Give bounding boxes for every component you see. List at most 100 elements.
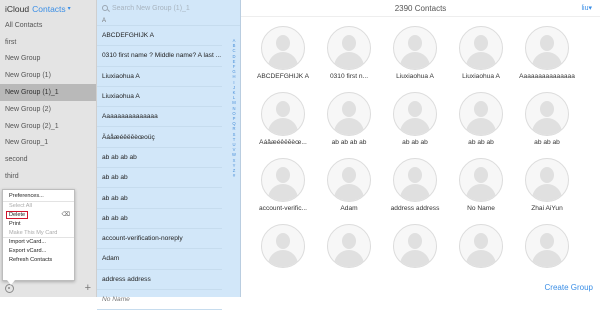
contact-name: ABCDEFGHIJK A — [256, 73, 310, 80]
menu-item[interactable]: Refresh Contacts — [3, 256, 74, 265]
app-header[interactable]: iCloud Contacts ▾ — [0, 0, 96, 17]
avatar-placeholder-icon — [459, 26, 503, 70]
avatar-placeholder-icon — [261, 224, 305, 268]
menu-item-label: Delete — [6, 210, 29, 219]
menu-item[interactable]: Export vCard... — [3, 247, 74, 256]
menu-item[interactable]: Import vCard... — [3, 238, 74, 247]
contact-name: 0310 first n... — [329, 73, 369, 80]
contacts-count-bar: 2390 Contacts liu▾ — [241, 0, 600, 17]
contact-row[interactable]: ab ab ab — [97, 209, 222, 229]
contact-row[interactable]: Liuxiaohua A — [97, 87, 222, 108]
contact-row[interactable]: account-verification-noreply — [97, 229, 222, 250]
contact-row[interactable]: Äáåæéêëēèœoüç — [97, 127, 222, 148]
contact-card-area: 2390 Contacts liu▾ ABCDEFGHIJK A 0310 fir… — [241, 0, 600, 297]
contact-name: ab ab ab — [468, 139, 494, 146]
avatar-placeholder-icon — [459, 224, 503, 268]
contact-tile[interactable]: Liuxiaohua A — [451, 26, 511, 80]
section-letter: A — [97, 16, 240, 26]
contact-row[interactable]: Aaaaaaaaaaaaaaa — [97, 107, 222, 128]
contact-tile[interactable]: account-verific... — [253, 158, 313, 212]
sidebar-item[interactable]: New Group (1)_1 — [0, 84, 96, 101]
contact-name: account-verific... — [258, 205, 307, 212]
contact-list-pane: Search New Group (1)_1 A ABCDEFGHIJK A 03… — [97, 0, 241, 310]
contact-tile[interactable]: ab ab ab ab — [319, 92, 379, 146]
search-icon — [102, 5, 108, 11]
contact-name: Adam — [340, 205, 358, 212]
contact-name: No Name — [467, 205, 495, 212]
menu-item-label: Refresh Contacts — [9, 256, 53, 263]
contact-tile[interactable]: No Name — [451, 158, 511, 212]
avatar-placeholder-icon — [327, 158, 371, 202]
contact-tile[interactable]: Aaaaaaaaaaaaaaa — [517, 26, 577, 80]
sidebar-item[interactable]: first — [0, 34, 96, 51]
menu-item[interactable]: Print — [3, 219, 74, 228]
contact-tile[interactable]: Zhai AiYun — [517, 158, 577, 212]
contact-tile[interactable] — [253, 224, 313, 271]
user-menu[interactable]: liu▾ — [581, 4, 592, 12]
sidebar-item[interactable]: New Group_1 — [0, 135, 96, 152]
contact-name: Zhai AiYun — [531, 205, 563, 212]
avatar-placeholder-icon — [327, 26, 371, 70]
sidebar-item[interactable]: second — [0, 151, 96, 168]
gear-icon[interactable] — [5, 284, 14, 293]
sidebar-item[interactable]: New Group (1) — [0, 67, 96, 84]
contact-name: address address — [390, 205, 440, 212]
contact-row[interactable]: address address — [97, 270, 222, 290]
avatar-placeholder-icon — [525, 26, 569, 70]
contact-tile[interactable] — [451, 224, 511, 271]
avatar-placeholder-icon — [525, 92, 569, 136]
avatar-placeholder-icon — [459, 92, 503, 136]
avatar-placeholder-icon — [261, 26, 305, 70]
contact-row[interactable]: ab ab ab — [97, 188, 222, 209]
search-field[interactable]: Search New Group (1)_1 — [97, 0, 240, 16]
contact-tile[interactable] — [385, 224, 445, 271]
delete-key-icon: ⌫ — [61, 212, 70, 219]
avatar-placeholder-icon — [261, 92, 305, 136]
create-group-button[interactable]: Create Group — [545, 283, 593, 292]
avatar-placeholder-icon — [525, 224, 569, 268]
contact-tile[interactable]: ab ab ab — [385, 92, 445, 146]
sidebar-item[interactable]: All Contacts — [0, 17, 96, 34]
contact-row[interactable]: ABCDEFGHIJK A — [97, 26, 222, 47]
index-letter[interactable]: # — [233, 173, 235, 178]
contact-tile[interactable]: Liuxiaohua A — [385, 26, 445, 80]
sidebar-item[interactable]: third — [0, 168, 96, 185]
contacts-count: 2390 Contacts — [394, 3, 447, 13]
contact-tile[interactable]: Adam — [319, 158, 379, 212]
menu-item-label: Print — [9, 220, 21, 227]
sidebar-item[interactable]: New Group — [0, 51, 96, 68]
avatar-placeholder-icon — [393, 224, 437, 268]
alphabet-index[interactable]: A B C D E F G H I J K L M N O P Q R S T U V W X Y Z # — [230, 38, 238, 178]
contact-row[interactable]: ab ab ab — [97, 168, 222, 189]
contact-tile[interactable]: Äáåæéêëēèœ... — [253, 92, 313, 146]
sidebar-item[interactable]: New Group (2)_1 — [0, 118, 96, 135]
menu-item-label: Select All — [9, 203, 33, 210]
contact-tile[interactable]: 0310 first n... — [319, 26, 379, 80]
contact-row[interactable]: Adam — [97, 249, 222, 270]
contact-tile[interactable] — [517, 224, 577, 271]
contact-name: Äáåæéêëēèœ... — [259, 139, 307, 146]
contact-tile[interactable]: ab ab ab — [517, 92, 577, 146]
menu-item[interactable]: Delete ⌫ — [3, 210, 74, 220]
menu-item[interactable]: Preferences... — [3, 192, 74, 202]
contact-tile[interactable] — [319, 224, 379, 271]
contact-name: ab ab ab ab — [331, 139, 367, 146]
contact-tile[interactable]: ab ab ab — [451, 92, 511, 146]
contact-row[interactable]: ab ab ab ab — [97, 148, 222, 169]
chevron-down-icon[interactable]: ▾ — [68, 5, 71, 12]
contact-tile[interactable]: ABCDEFGHIJK A — [253, 26, 313, 80]
sidebar-item[interactable]: New Group (2) — [0, 101, 96, 118]
avatar-placeholder-icon — [459, 158, 503, 202]
contact-tile[interactable]: address address — [385, 158, 445, 212]
contact-name: Liuxiaohua A — [462, 73, 500, 80]
app-switcher[interactable]: Contacts — [32, 4, 66, 14]
contact-row[interactable]: 0310 first name ? Middle name? A last ..… — [97, 46, 222, 67]
avatar-placeholder-icon — [327, 224, 371, 268]
search-input[interactable]: Search New Group (1)_1 — [112, 5, 190, 12]
avatar-placeholder-icon — [261, 158, 305, 202]
avatar-placeholder-icon — [393, 92, 437, 136]
avatar-placeholder-icon — [525, 158, 569, 202]
contact-row[interactable]: No Name — [97, 290, 222, 310]
contact-row[interactable]: Liuxiaohua A — [97, 67, 222, 87]
add-group-icon[interactable]: + — [85, 283, 91, 294]
